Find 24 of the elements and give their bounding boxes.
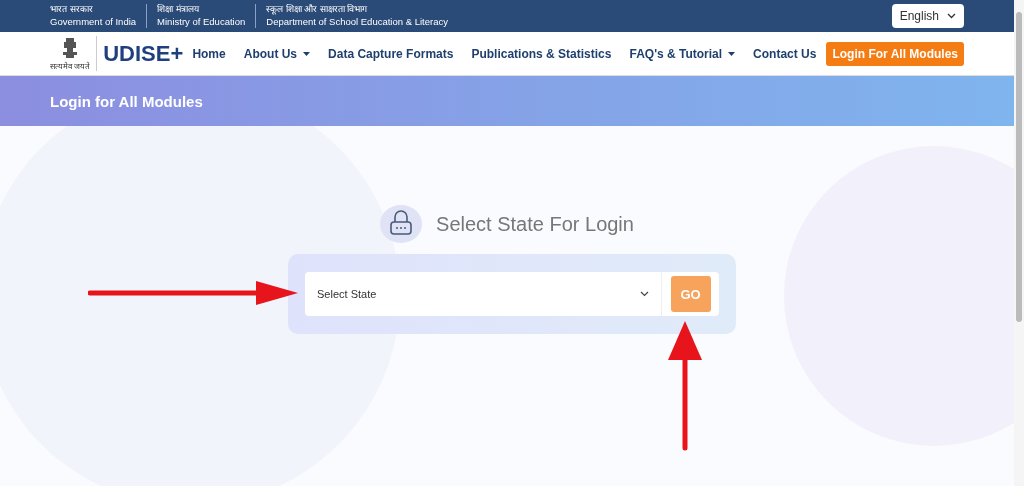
nav-link[interactable]: Contact Us — [753, 46, 817, 61]
department-name: Ministry of Education — [157, 15, 246, 28]
nav-link[interactable]: Publications & Statistics — [471, 46, 612, 61]
emblem-icon — [61, 36, 80, 60]
state-select[interactable]: Select State — [305, 272, 662, 316]
logo-text[interactable]: UDISE+ — [103, 40, 184, 67]
caret-icon — [728, 51, 736, 56]
nav-link[interactable]: FAQ's & Tutorial — [629, 46, 736, 61]
motto-text: सत्यमेव जयते — [50, 61, 91, 71]
department-hindi-name: शिक्षा मंत्रालय — [157, 4, 201, 15]
login-heading: Select State For Login — [436, 212, 634, 236]
page-title: Login for All Modules — [50, 92, 203, 110]
lock-icon — [380, 204, 425, 244]
department-hindi-name: भारत सरकार — [50, 4, 94, 15]
nav-link[interactable]: About Us — [243, 46, 311, 61]
nav-link[interactable]: Home — [192, 46, 226, 61]
chevron-down-icon — [947, 13, 956, 19]
caret-icon — [303, 51, 311, 56]
department-hindi-name: स्कूल शिक्षा और साक्षरता विभाग — [266, 4, 369, 15]
nav-link[interactable]: Data Capture Formats — [328, 46, 454, 61]
language-dropdown[interactable]: English — [891, 4, 964, 28]
department-name: Government of India — [50, 15, 137, 28]
chevron-down-icon — [640, 291, 649, 297]
department-name: Department of School Education & Literacy — [266, 15, 448, 28]
